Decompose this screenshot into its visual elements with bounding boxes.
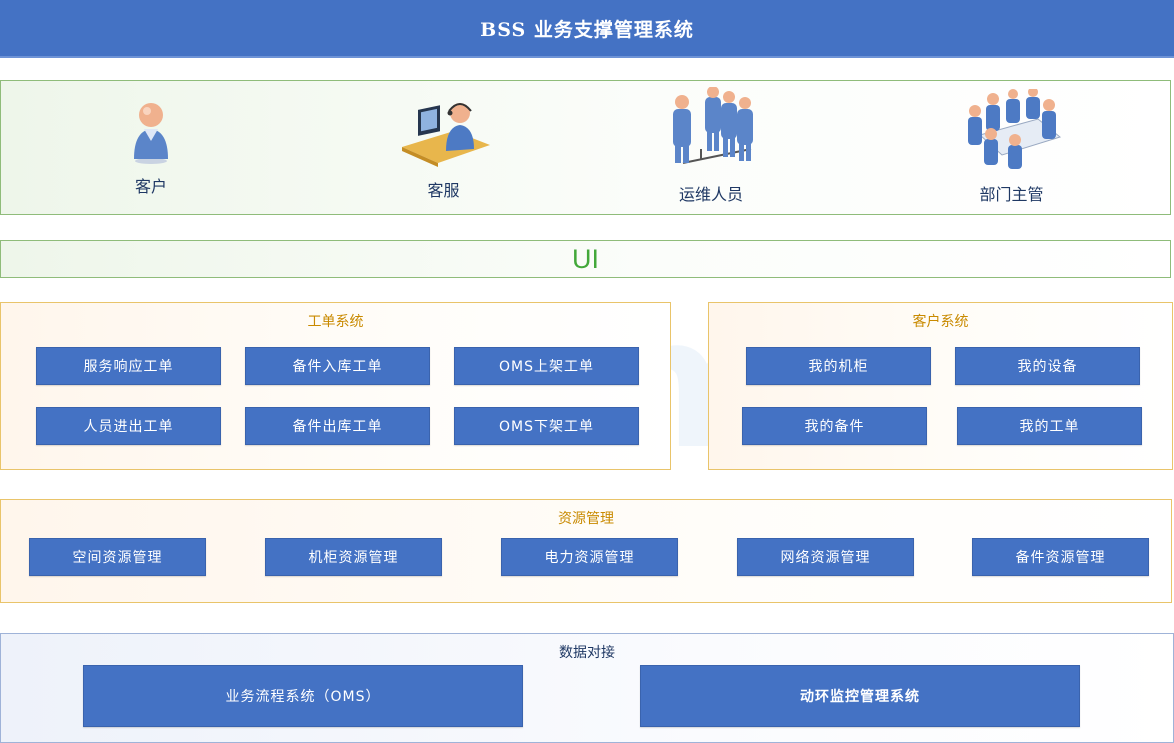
service-response-order-button[interactable]: 服务响应工单 — [36, 347, 221, 385]
customer-service-icon — [401, 103, 490, 167]
customer-system-group: 客户系统 我的机柜 我的设备 我的备件 我的工单 — [708, 302, 1173, 470]
power-resource-button[interactable]: 电力资源管理 — [501, 538, 678, 576]
work-order-system-group: 工单系统 服务响应工单 备件入库工单 OMS上架工单 人员进出工单 备件出库工单… — [0, 302, 671, 470]
network-resource-button[interactable]: 网络资源管理 — [737, 538, 914, 576]
oms-business-process-button[interactable]: 业务流程系统（OMS） — [83, 665, 523, 727]
group-title: 资源管理 — [558, 511, 614, 527]
role-label: 客户 — [134, 177, 167, 196]
my-spare-parts-button[interactable]: 我的备件 — [742, 407, 927, 445]
header-bar: BSS 业务支撑管理系统 — [0, 0, 1174, 58]
ui-layer-band: UI — [0, 240, 1171, 278]
role-department-manager[interactable]: 部门主管 — [959, 87, 1064, 205]
role-label: 运维人员 — [678, 185, 743, 204]
group-title: 工单系统 — [307, 314, 364, 330]
operations-staff-icon — [673, 86, 753, 164]
role-customer-service[interactable]: 客服 — [391, 91, 496, 201]
role-label: 客服 — [427, 181, 460, 200]
data-integration-group: 数据对接 业务流程系统（OMS） 动环监控管理系统 — [0, 633, 1174, 743]
role-label: 部门主管 — [979, 185, 1044, 204]
cabinet-resource-button[interactable]: 机柜资源管理 — [265, 538, 442, 576]
ui-label: UI — [572, 243, 599, 274]
page-title: BSS 业务支撑管理系统 — [480, 18, 694, 41]
role-operations-staff[interactable]: 运维人员 — [656, 86, 766, 205]
roles-band: 客户 客服 运维人员 部门主管 — [0, 80, 1171, 215]
role-customer[interactable]: 客户 — [111, 95, 191, 197]
my-cabinet-button[interactable]: 我的机柜 — [746, 347, 931, 385]
spare-parts-resource-button[interactable]: 备件资源管理 — [972, 538, 1149, 576]
my-equipment-button[interactable]: 我的设备 — [955, 347, 1140, 385]
group-title: 数据对接 — [559, 645, 615, 661]
environment-monitoring-button[interactable]: 动环监控管理系统 — [640, 665, 1080, 727]
oms-rack-off-order-button[interactable]: OMS下架工单 — [454, 407, 639, 445]
my-work-orders-button[interactable]: 我的工单 — [957, 407, 1142, 445]
group-title: 客户系统 — [912, 314, 969, 330]
department-manager-icon — [967, 87, 1061, 169]
personnel-access-order-button[interactable]: 人员进出工单 — [36, 407, 221, 445]
resource-management-group: 资源管理 空间资源管理 机柜资源管理 电力资源管理 网络资源管理 备件资源管理 — [0, 499, 1172, 603]
oms-rack-on-order-button[interactable]: OMS上架工单 — [454, 347, 639, 385]
customer-icon — [134, 103, 168, 164]
space-resource-button[interactable]: 空间资源管理 — [29, 538, 206, 576]
spare-parts-inbound-order-button[interactable]: 备件入库工单 — [245, 347, 430, 385]
spare-parts-outbound-order-button[interactable]: 备件出库工单 — [245, 407, 430, 445]
